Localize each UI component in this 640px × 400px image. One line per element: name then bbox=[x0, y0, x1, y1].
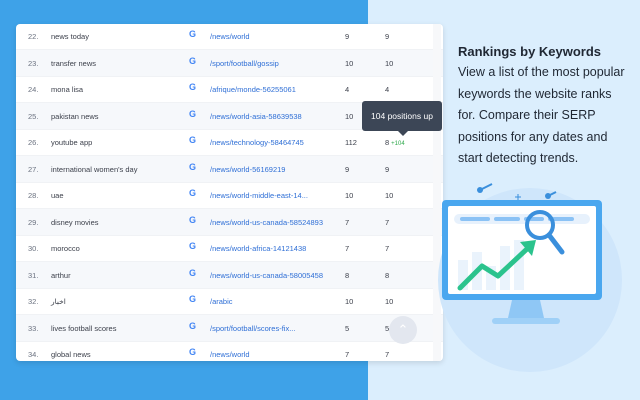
url-link[interactable]: /sport/football/gossip bbox=[210, 50, 279, 77]
position-change-tooltip: 104 positions up bbox=[362, 101, 442, 136]
position-before: 10 bbox=[345, 111, 354, 121]
google-icon: G bbox=[189, 29, 197, 39]
row-number: 24. bbox=[28, 85, 39, 94]
analytics-illustration bbox=[438, 183, 622, 372]
position-before: 7 bbox=[345, 217, 350, 227]
row-number: 29. bbox=[28, 217, 39, 227]
keyword-cell: uae bbox=[51, 191, 64, 200]
scroll-to-top-button[interactable]: ⌃ bbox=[389, 316, 417, 344]
monitor-stand bbox=[508, 300, 544, 318]
url-link[interactable]: /arabic bbox=[210, 288, 233, 315]
position-before: 9 bbox=[345, 32, 350, 41]
google-icon: G bbox=[189, 214, 197, 225]
url-link[interactable]: /afrique/monde-56255061 bbox=[210, 76, 296, 103]
google-icon: G bbox=[189, 108, 197, 119]
row-number: 26. bbox=[28, 138, 39, 147]
keyword-cell: pakistan news bbox=[51, 111, 99, 121]
feature-title: Rankings by Keywords bbox=[458, 44, 602, 59]
keyword-cell: lives football scores bbox=[51, 323, 117, 333]
position-after: 8 bbox=[385, 270, 390, 280]
google-icon: G bbox=[189, 82, 197, 92]
url-link[interactable]: /news/technology-58464745 bbox=[210, 129, 304, 156]
url-link[interactable]: /news/world-us-canada-58524893 bbox=[210, 209, 323, 236]
position-before: 10 bbox=[345, 58, 354, 68]
url-link[interactable]: /sport/football/scores-fix... bbox=[210, 315, 295, 342]
google-icon: G bbox=[189, 188, 197, 198]
table-row[interactable]: 27. international women's day G/news/world… bbox=[16, 155, 443, 183]
url-link[interactable]: /news/world-africa-14121438 bbox=[210, 235, 306, 262]
row-number: 23. bbox=[28, 58, 39, 68]
position-after: 7 bbox=[385, 350, 390, 359]
position-before: 7 bbox=[345, 350, 350, 359]
position-before: 10 bbox=[345, 191, 354, 200]
table-row[interactable]: 31. arthur G/news/world-us-canada-58005458… bbox=[16, 261, 443, 289]
position-after: 4 bbox=[385, 85, 390, 94]
google-icon: G bbox=[189, 347, 197, 357]
google-icon: G bbox=[189, 267, 197, 278]
keyword-cell: transfer news bbox=[51, 58, 97, 68]
position-after: 8 bbox=[385, 138, 390, 147]
keyword-cell: global news bbox=[51, 350, 91, 359]
keyword-cell: morocco bbox=[51, 244, 80, 253]
keyword-cell: news today bbox=[51, 32, 89, 41]
keywords-table-panel: 22. news today G/news/world 9 9 23. transfer n… bbox=[16, 24, 443, 361]
google-icon: G bbox=[189, 294, 197, 304]
row-number: 28. bbox=[28, 191, 39, 200]
url-link[interactable]: /news/world-us-canada-58005458 bbox=[210, 262, 323, 289]
table-row[interactable]: 22. news today G/news/world 9 9 bbox=[16, 24, 443, 50]
position-before: 8 bbox=[345, 270, 350, 280]
feature-description: View a list of the most popular keywords… bbox=[458, 65, 625, 165]
position-before: 7 bbox=[345, 244, 350, 253]
position-after: 7 bbox=[385, 244, 390, 253]
table-row[interactable]: 30. morocco G/news/world-africa-14121438 7 7 bbox=[16, 235, 443, 262]
row-number: 30. bbox=[28, 244, 39, 253]
google-icon: G bbox=[189, 135, 197, 145]
position-after: 10 bbox=[385, 297, 394, 306]
position-after: 7 bbox=[385, 217, 390, 227]
row-number: 32. bbox=[28, 297, 39, 306]
position-before: 112 bbox=[345, 138, 357, 147]
table-row[interactable]: 34. global news G/news/world 7 7 bbox=[16, 341, 443, 361]
row-number: 25. bbox=[28, 111, 39, 121]
table-row[interactable]: 32. اخبار G/arabic 10 10 bbox=[16, 288, 443, 315]
position-before: 5 bbox=[345, 323, 350, 333]
chevron-up-icon: ⌃ bbox=[397, 322, 409, 337]
row-number: 27. bbox=[28, 164, 39, 174]
keyword-cell: international women's day bbox=[51, 164, 138, 174]
url-link[interactable]: /news/world-middle-east-14... bbox=[210, 182, 308, 209]
position-after: 9 bbox=[385, 32, 390, 41]
table-row[interactable]: 24. mona lisa G/afrique/monde-56255061 4 4 bbox=[16, 76, 443, 103]
google-icon: G bbox=[189, 55, 197, 66]
position-before: 9 bbox=[345, 164, 350, 174]
keyword-cell: mona lisa bbox=[51, 85, 84, 94]
url-link[interactable]: /news/world-asia-58639538 bbox=[210, 103, 302, 130]
key-icon bbox=[477, 183, 493, 193]
keyword-cell: arthur bbox=[51, 270, 71, 280]
row-number: 22. bbox=[28, 32, 39, 41]
row-number: 31. bbox=[28, 270, 39, 280]
keyword-cell: youtube app bbox=[51, 138, 93, 147]
url-link[interactable]: /news/world-56169219 bbox=[210, 156, 285, 183]
position-change-badge: +104 bbox=[391, 141, 405, 147]
google-icon: G bbox=[189, 320, 197, 331]
url-link[interactable]: /news/world bbox=[210, 341, 250, 361]
google-icon: G bbox=[189, 161, 197, 172]
url-link[interactable]: /news/world bbox=[210, 24, 250, 50]
row-number: 34. bbox=[28, 350, 39, 359]
position-after: 10 bbox=[385, 191, 394, 200]
position-before: 10 bbox=[345, 297, 354, 306]
position-after: 9 bbox=[385, 164, 390, 174]
google-icon: G bbox=[189, 241, 197, 251]
table-row[interactable]: 26. youtube app G/news/technology-58464745… bbox=[16, 129, 443, 156]
keyword-cell: اخبار bbox=[51, 297, 66, 306]
table-row[interactable]: 29. disney movies G/news/world-us-canada-5… bbox=[16, 208, 443, 236]
position-after: 10 bbox=[385, 58, 394, 68]
table-row[interactable]: 23. transfer news G/sport/football/gossip 1… bbox=[16, 49, 443, 77]
table-row[interactable]: 28. uae G/news/world-middle-east-14... 10 10 bbox=[16, 182, 443, 209]
keyword-cell: disney movies bbox=[51, 217, 99, 227]
table-row[interactable]: 33. lives football scores G/sport/football… bbox=[16, 314, 443, 342]
position-before: 4 bbox=[345, 85, 350, 94]
row-number: 33. bbox=[28, 323, 39, 333]
